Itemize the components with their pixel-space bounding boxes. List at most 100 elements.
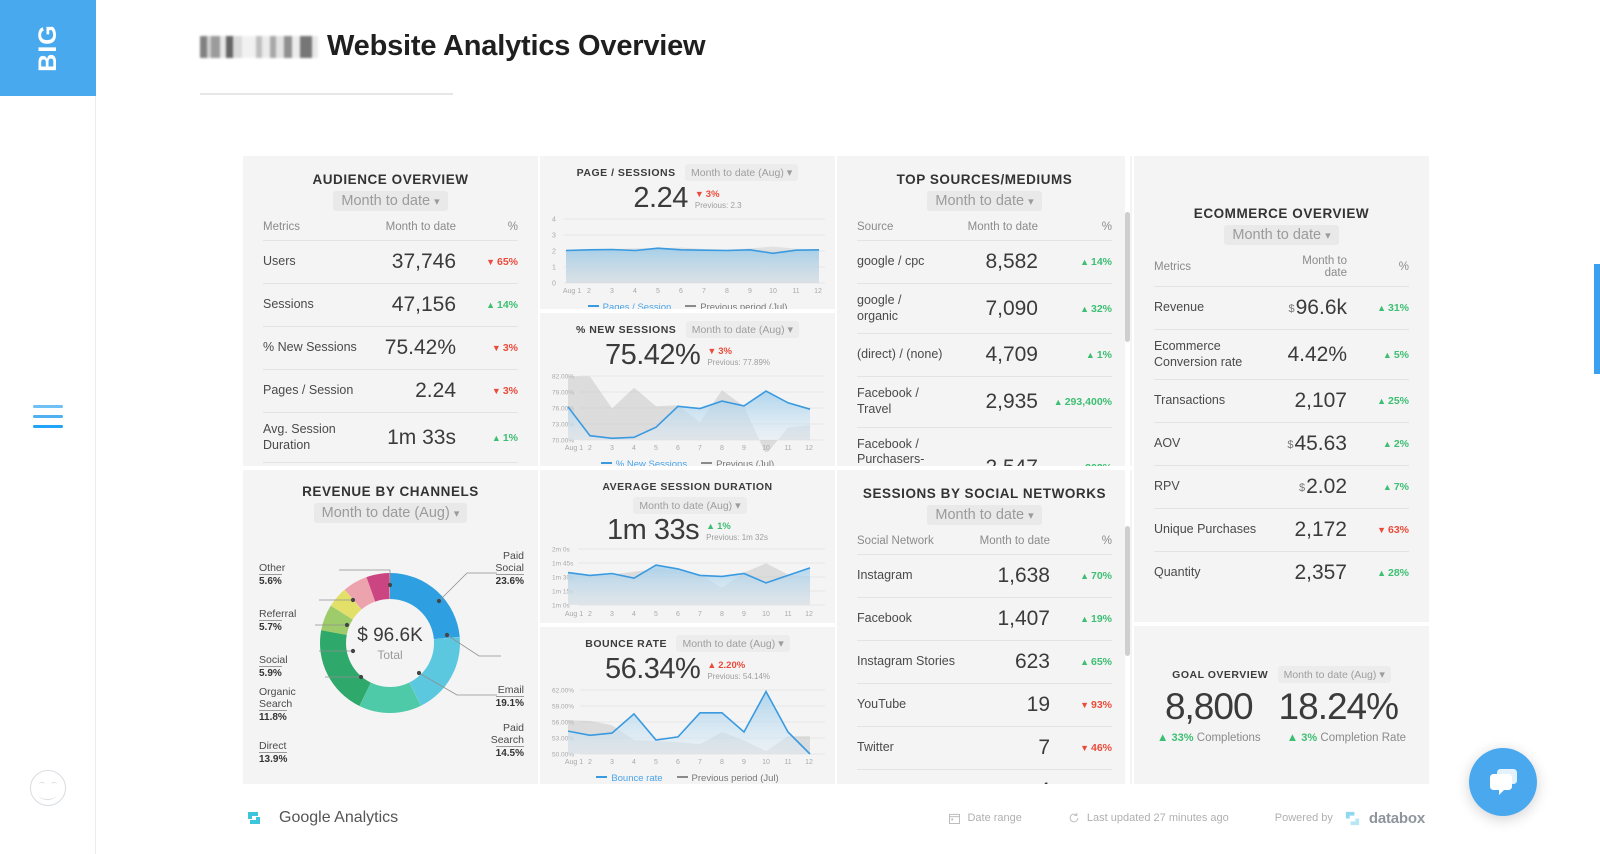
- last-updated-control[interactable]: Last updated 27 minutes ago: [1068, 812, 1229, 824]
- table-row[interactable]: google / organic 7,090 ▲ 32%: [857, 282, 1112, 334]
- date-range-selector[interactable]: Month to date ▾: [927, 505, 1042, 525]
- currency-symbol: $: [1299, 482, 1306, 495]
- donut-label-text: Referral: [259, 608, 297, 620]
- svg-text:5: 5: [654, 445, 658, 452]
- table-row[interactable]: Sessions 47,156 ▲ 14%: [263, 283, 518, 327]
- chevron-down-icon: ▾: [434, 196, 440, 208]
- table-row[interactable]: Instagram Stories 623 ▲ 65%: [857, 640, 1112, 684]
- date-range-selector[interactable]: Month to date (Aug) ▾: [313, 503, 468, 523]
- source-value: 4,709: [950, 333, 1038, 377]
- date-range-control[interactable]: Date range: [949, 812, 1022, 824]
- table-row[interactable]: Facebook / Purchasers-Over2-Over20-LAL12…: [857, 426, 1112, 466]
- table-row[interactable]: Revenue $96.6k ▲ 31%: [1154, 286, 1409, 330]
- audience-metrics-table: Metrics Month to date % Users 37,746 ▼ 65% …: [263, 217, 518, 506]
- currency-symbol: $: [1288, 303, 1295, 315]
- table-row[interactable]: Transactions 2,107 ▲ 25%: [1154, 379, 1409, 423]
- goal-completions-value: 8,800: [1164, 686, 1254, 727]
- table-row[interactable]: % New Sessions 75.42% ▼ 3%: [263, 326, 518, 370]
- network-delta: ▲ 19%: [1050, 597, 1112, 641]
- brand-tile[interactable]: BIG: [0, 0, 96, 96]
- dashboard-page: BIG Website Analytics Overview AUDIENCE …: [0, 0, 1600, 854]
- date-range-selector[interactable]: Month to date ▾: [1224, 225, 1339, 245]
- svg-text:11: 11: [784, 611, 791, 618]
- svg-text:3: 3: [552, 233, 556, 240]
- metric-value: 2.24: [384, 369, 456, 413]
- donut-label-organic-search: Organic Search 11.8%: [259, 686, 296, 724]
- table-row[interactable]: (direct) / (none) 4,709 ▲ 1%: [857, 333, 1112, 377]
- legend-previous[interactable]: Previous period (Jul): [685, 302, 787, 309]
- arrow-down-icon: ▼: [491, 386, 501, 396]
- date-range-selector[interactable]: Month to date (Aug) ▾: [676, 635, 790, 653]
- chevron-down-icon: ▾: [735, 500, 741, 513]
- svg-text:59.00%: 59.00%: [552, 704, 574, 711]
- page-header: Website Analytics Overview: [200, 30, 900, 63]
- chart-svg: 432 10 Aug 1234 5678 9 10 11 12: [552, 217, 825, 295]
- arrow-up-icon: ▲: [491, 432, 501, 443]
- arrow-up-icon: ▲: [1080, 571, 1089, 581]
- svg-text:9: 9: [748, 288, 752, 295]
- donut-slice-paid-search[interactable]: [359, 682, 421, 714]
- table-row[interactable]: Twitter 7 ▼ 46%: [857, 726, 1112, 770]
- donut-label-other: Other 5.6%: [259, 562, 285, 588]
- sad-face-eye: [39, 782, 45, 786]
- network-label: Instagram Stories: [857, 640, 973, 684]
- donut-slice-email[interactable]: [409, 637, 460, 706]
- legend-current[interactable]: % New Sessions: [600, 459, 687, 466]
- date-range-selector[interactable]: Month to date (Aug) ▾: [633, 497, 747, 515]
- page-scrollbar[interactable]: [1594, 264, 1600, 374]
- table-row[interactable]: RPV $2.02 ▲ 7%: [1154, 465, 1409, 509]
- chat-widget-button[interactable]: [1469, 748, 1537, 816]
- table-row[interactable]: Instagram 1,638 ▲ 70%: [857, 554, 1112, 598]
- svg-text:2: 2: [552, 249, 556, 256]
- svg-text:9: 9: [742, 611, 746, 618]
- table-row[interactable]: Unique Purchases 2,172 ▼ 63%: [1154, 508, 1409, 552]
- source-value: 2,935: [950, 376, 1038, 427]
- source-label: google / organic: [857, 282, 950, 334]
- date-range-selector[interactable]: Month to date ▾: [333, 191, 448, 211]
- svg-text:4: 4: [632, 759, 636, 766]
- metric-delta: ▲ 2%: [1347, 422, 1409, 466]
- table-row[interactable]: YouTube 19 ▼ 93%: [857, 683, 1112, 727]
- legend-current[interactable]: Pages / Session: [587, 302, 671, 309]
- arrow-up-icon: ▲: [706, 521, 716, 531]
- legend-previous[interactable]: Previous period (Jul): [676, 773, 779, 784]
- powered-by[interactable]: Powered by databox: [1275, 809, 1425, 828]
- goal-completions-label: Completions: [1196, 732, 1261, 744]
- date-range-label: Date range: [967, 812, 1022, 824]
- metric-delta: ▲ 5%: [1347, 328, 1409, 380]
- legend-previous[interactable]: Previous (Jul): [701, 459, 774, 466]
- chevron-down-icon: ▾: [787, 324, 794, 337]
- date-range-selector[interactable]: Month to date (Aug) ▾: [685, 321, 800, 339]
- source-value: 7,090: [950, 282, 1038, 334]
- sad-face-icon[interactable]: [30, 770, 66, 806]
- date-range-selector[interactable]: Month to date (Aug) ▾: [1277, 666, 1391, 684]
- card-scrollbar-thumb[interactable]: [1125, 526, 1130, 656]
- table-row[interactable]: AOV $45.63 ▲ 2%: [1154, 422, 1409, 466]
- table-row[interactable]: Ravelry4: [857, 769, 1112, 784]
- svg-text:12: 12: [805, 611, 813, 618]
- data-source-badge[interactable]: Google Analytics: [243, 807, 398, 829]
- table-row[interactable]: Facebook 1,407 ▲ 19%: [857, 597, 1112, 641]
- svg-text:4: 4: [632, 445, 636, 452]
- table-row[interactable]: Avg. Session Duration 1m 33s ▲ 1%: [263, 411, 518, 463]
- legend-current[interactable]: Bounce rate: [596, 773, 663, 784]
- table-row[interactable]: Facebook / Travel 2,935 ▲ 293,400%: [857, 376, 1112, 427]
- card-scrollbar-thumb[interactable]: [1125, 212, 1130, 342]
- table-row[interactable]: Ecommerce Conversion rate 4.42% ▲ 5%: [1154, 328, 1409, 380]
- date-range-selector[interactable]: Month to date ▾: [927, 191, 1042, 211]
- chevron-down-icon: ▾: [786, 167, 793, 180]
- svg-text:7: 7: [702, 288, 706, 295]
- hamburger-icon[interactable]: [33, 405, 63, 431]
- table-row[interactable]: Users 37,746 ▼ 65%: [263, 240, 518, 284]
- kpi-previous: Previous: 1m 32s: [706, 533, 768, 542]
- table-row[interactable]: google / cpc 8,582 ▲ 14%: [857, 240, 1112, 284]
- table-row[interactable]: Pages / Session 2.24 ▼ 3%: [263, 369, 518, 413]
- date-range-selector[interactable]: Month to date (Aug) ▾: [685, 164, 799, 182]
- metric-delta: ▲ 31%: [1347, 286, 1409, 330]
- source-label: Facebook / Travel: [857, 376, 950, 427]
- arrow-up-icon: ▲: [1074, 463, 1083, 466]
- network-delta: ▲ 70%: [1050, 554, 1112, 598]
- metric-value: 2,357: [1281, 551, 1347, 595]
- table-row[interactable]: Quantity 2,357 ▲ 28%: [1154, 551, 1409, 595]
- svg-text:Aug 1: Aug 1: [565, 611, 583, 618]
